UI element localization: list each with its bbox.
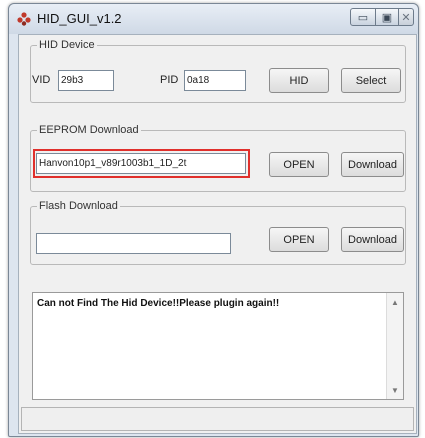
flash-open-button[interactable]: OPEN <box>269 227 329 252</box>
pid-field[interactable]: 0a18 <box>184 70 246 91</box>
eeprom-download-button[interactable]: Download <box>341 152 404 177</box>
message-textbox[interactable]: Can not Find The Hid Device!!Please plug… <box>32 292 404 400</box>
flash-download-legend: Flash Download <box>39 200 118 212</box>
flash-file-field[interactable] <box>36 233 231 254</box>
close-button[interactable]: ✕ <box>398 8 414 26</box>
app-icon <box>17 12 31 26</box>
hid-device-legend: HID Device <box>39 39 95 51</box>
eeprom-open-button[interactable]: OPEN <box>269 152 329 177</box>
status-bar <box>21 407 414 431</box>
vid-label: VID <box>32 74 51 86</box>
client-area: HID Device VID 29b3 PID 0a18 HID Select … <box>18 34 417 434</box>
flash-download-button[interactable]: Download <box>341 227 404 252</box>
maximize-icon: ▣ <box>381 11 393 24</box>
app-window: HID_GUI_v1.2 ▭ ▣ ✕ HID Device VID 29b3 P… <box>8 3 419 437</box>
vid-field[interactable]: 29b3 <box>58 70 114 91</box>
maximize-button[interactable]: ▣ <box>375 8 399 26</box>
scroll-up-arrow-icon[interactable]: ▲ <box>387 295 403 309</box>
message-text: Can not Find The Hid Device!!Please plug… <box>37 298 280 309</box>
scroll-down-arrow-icon[interactable]: ▼ <box>387 383 403 397</box>
window-title: HID_GUI_v1.2 <box>37 11 122 26</box>
close-icon: ✕ <box>401 11 411 24</box>
minimize-icon: ▭ <box>357 11 369 24</box>
pid-label: PID <box>160 74 179 86</box>
minimize-button[interactable]: ▭ <box>350 8 376 26</box>
message-scrollbar[interactable]: ▲ ▼ <box>386 293 403 399</box>
select-button[interactable]: Select <box>341 68 401 93</box>
eeprom-download-legend: EEPROM Download <box>39 124 139 136</box>
hid-button[interactable]: HID <box>269 68 329 93</box>
title-bar[interactable]: HID_GUI_v1.2 ▭ ▣ ✕ <box>9 4 418 34</box>
eeprom-file-field[interactable]: Hanvon10p1_v89r1003b1_1D_2t <box>36 153 246 174</box>
